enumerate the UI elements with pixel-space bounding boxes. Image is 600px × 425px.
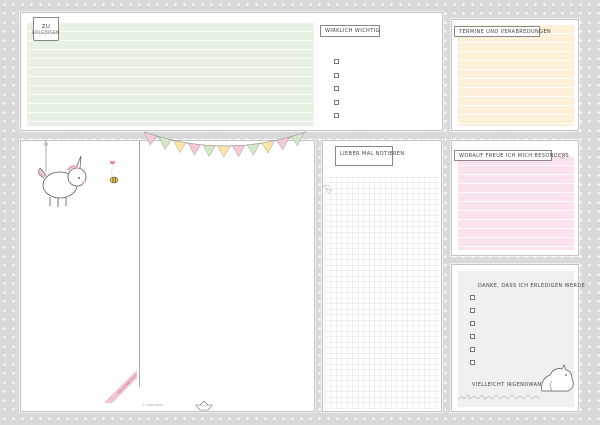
freue-lines (458, 157, 574, 250)
danke-checkbox-5[interactable] (470, 347, 475, 352)
wirklich-wichtig-label: WIRKLICH WICHTIG (325, 28, 380, 34)
termine-label: TERMINE UND VERABREDUNGEN (459, 28, 552, 35)
freue-label: WORAUF FREUE ICH MICH BESONDERS (459, 152, 570, 159)
bunting-flag (246, 143, 260, 156)
bunting-flag (143, 131, 157, 146)
bunting-flag (187, 142, 202, 156)
wirklich-wichtig-area: WIRKLICH WICHTIG (320, 23, 438, 126)
bunting-flag (261, 140, 275, 154)
notieren-tag: LIEBER MAL NOTIEREN (335, 146, 404, 166)
danke-footer: VIELLEICHT IRGENDWANN (472, 382, 546, 388)
heart-icon (109, 161, 116, 165)
cat-icon (541, 364, 574, 392)
danke-checkbox-2[interactable] (470, 308, 475, 313)
bunting-flag (202, 144, 216, 157)
unicorn-icon (38, 140, 87, 207)
bunting-flag (158, 136, 172, 150)
heart-outline-icon (558, 152, 566, 159)
danke-checkbox-6[interactable] (470, 360, 475, 365)
freue-panel: WORAUF FREUE ICH MICH BESONDERS (451, 140, 579, 256)
divider-line (139, 141, 140, 387)
bunting-flag (276, 136, 290, 151)
termine-panel: TERMINE UND VERABREDUNGEN (451, 19, 579, 131)
notieren-hearts-icon (323, 184, 332, 193)
wichtig-checkbox-2[interactable] (334, 73, 339, 78)
grass-icon (457, 394, 541, 400)
wichtig-checkbox-3[interactable] (334, 86, 339, 91)
zu-erledigen-tag: ZU ERLEDIGEN (32, 17, 60, 41)
wirklich-wichtig-tag: WIRKLICH WICHTIG (320, 25, 380, 37)
notieren-panel: LIEBER MAL NOTIEREN (322, 140, 442, 412)
wichtig-checkbox-5[interactable] (334, 113, 339, 118)
danke-checkbox-1[interactable] (470, 295, 475, 300)
danke-label: DANKE, DASS ICH ERLEDIGEN WERDE (478, 283, 586, 289)
danke-checkbox-3[interactable] (470, 321, 475, 326)
bunting-flag (232, 144, 246, 158)
bunting-flag (217, 145, 231, 158)
paper-boat-icon (195, 400, 213, 411)
notieren-grid (325, 177, 439, 409)
termine-lines (458, 25, 574, 126)
danke-panel: DANKE, DASS ICH ERLEDIGEN WERDE VIELLEIC… (451, 264, 585, 412)
copyright-text: © 2020 GRAS (142, 403, 163, 407)
zu-erledigen-lines (27, 23, 314, 126)
danke-checkbox-4[interactable] (470, 334, 475, 339)
termine-tag: TERMINE UND VERABREDUNGEN (454, 26, 551, 37)
freue-tag: WORAUF FREUE ICH MICH BESONDERS (454, 150, 569, 161)
zu-erledigen-label-2: ERLEDIGEN (32, 29, 60, 35)
wichtig-checkbox-4[interactable] (334, 100, 339, 105)
bunting-flag (290, 132, 305, 147)
ribbon: #pummeleinhorn (101, 367, 137, 403)
ribbon-text: #pummeleinhorn (116, 373, 137, 395)
zu-erledigen-panel: ZU ERLEDIGEN WIRKLICH WICHTIG (20, 12, 443, 131)
ribbon-band: #pummeleinhorn (103, 367, 137, 403)
wichtig-checkbox-1[interactable] (334, 59, 339, 64)
bunting (143, 131, 307, 158)
bee-icon (109, 161, 119, 184)
notieren-label: LIEBER MAL NOTIEREN (340, 151, 405, 157)
